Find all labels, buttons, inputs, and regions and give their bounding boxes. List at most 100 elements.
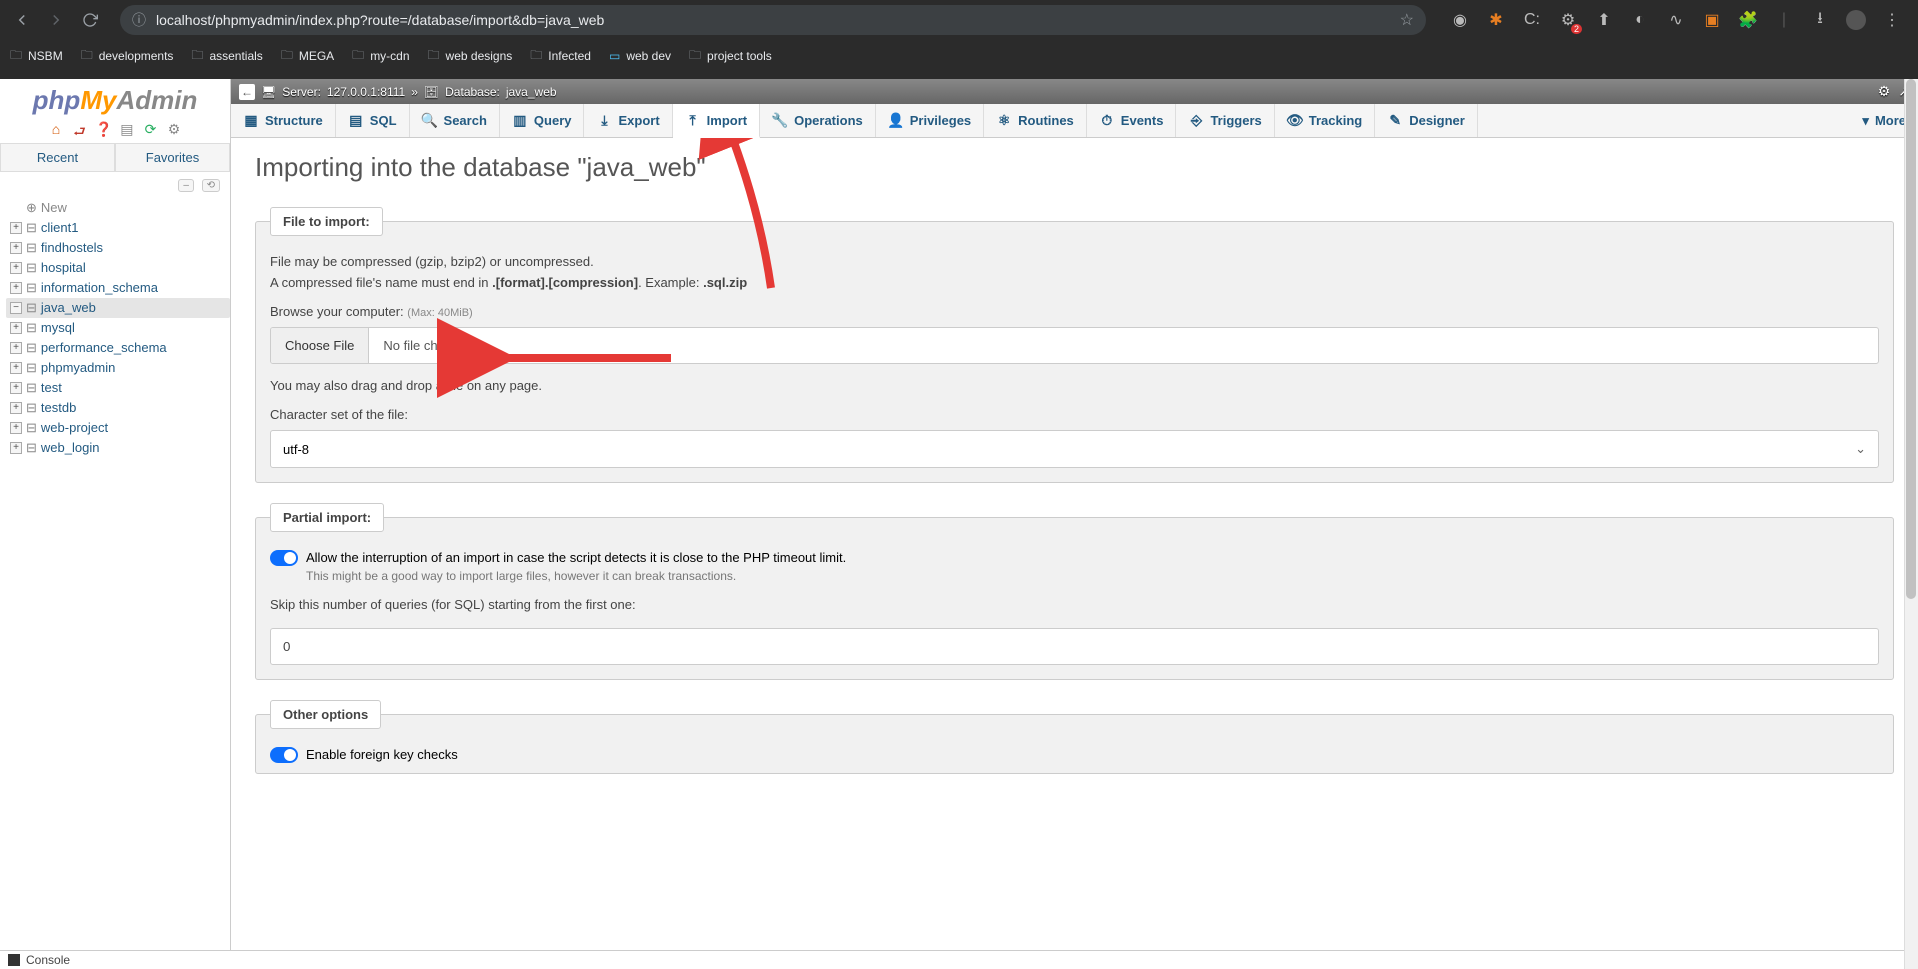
db-item-findhostels[interactable]: +⊟findhostels: [6, 238, 230, 258]
db-link-icon[interactable]: ⊟: [26, 260, 37, 276]
bookmark-nsbm[interactable]: 🗀NSBM: [10, 46, 63, 67]
tab-export[interactable]: ⤓Export: [584, 104, 672, 137]
tab-triggers[interactable]: ⎆Triggers: [1176, 104, 1274, 137]
expand-icon[interactable]: +: [10, 442, 22, 454]
db-item-client1[interactable]: +⊟client1: [6, 218, 230, 238]
back-button[interactable]: [10, 8, 34, 32]
db-item-web_login[interactable]: +⊟web_login: [6, 438, 230, 458]
db-new[interactable]: ⊕New: [6, 198, 230, 218]
charset-select[interactable]: utf-8 ⌄: [270, 430, 1879, 468]
ext-icon-3[interactable]: C:: [1522, 10, 1542, 30]
tab-recent[interactable]: Recent: [0, 143, 115, 171]
home-icon[interactable]: ⌂: [48, 121, 64, 137]
bookmark-developments[interactable]: 🗀developments: [81, 46, 174, 67]
tab-events[interactable]: ⏱Events: [1087, 104, 1177, 137]
choose-file-button[interactable]: Choose File: [271, 328, 369, 363]
tab-designer[interactable]: ✎Designer: [1375, 104, 1478, 137]
db-item-testdb[interactable]: +⊟testdb: [6, 398, 230, 418]
bookmark-my-cdn[interactable]: 🗀my-cdn: [352, 46, 409, 67]
db-item-phpmyadmin[interactable]: +⊟phpmyadmin: [6, 358, 230, 378]
db-link-icon[interactable]: ⊟: [26, 400, 37, 416]
settings-icon[interactable]: ⚙: [166, 121, 182, 137]
db-item-performance_schema[interactable]: +⊟performance_schema: [6, 338, 230, 358]
tab-operations[interactable]: 🔧Operations: [760, 104, 876, 137]
db-link-icon[interactable]: ⊟: [26, 360, 37, 376]
db-link-icon[interactable]: ⊟: [26, 220, 37, 236]
expand-icon[interactable]: +: [10, 262, 22, 274]
bookmark-star-icon[interactable]: ☆: [1400, 10, 1414, 30]
db-item-test[interactable]: +⊟test: [6, 378, 230, 398]
expand-icon[interactable]: −: [10, 302, 22, 314]
db-link-icon[interactable]: ⊟: [26, 440, 37, 456]
docs-icon[interactable]: ❓: [95, 121, 111, 137]
db-item-java_web[interactable]: −⊟java_web: [6, 298, 230, 318]
bookmark-project-tools[interactable]: 🗀project tools: [689, 46, 772, 67]
bookmark-assentials[interactable]: 🗀assentials: [191, 46, 262, 67]
db-item-web-project[interactable]: +⊟web-project: [6, 418, 230, 438]
db-link-icon[interactable]: ⊟: [26, 300, 37, 316]
extensions-puzzle-icon[interactable]: 🧩: [1738, 10, 1758, 30]
bookmark-infected[interactable]: 🗀Infected: [530, 46, 591, 67]
pma-logo[interactable]: phpMyAdmin: [0, 79, 230, 120]
reload-button[interactable]: [78, 8, 102, 32]
scrollbar[interactable]: [1904, 79, 1918, 969]
site-info-icon[interactable]: ⓘ: [132, 10, 146, 30]
profile-avatar[interactable]: [1846, 10, 1866, 30]
db-link-icon[interactable]: ⊟: [26, 420, 37, 436]
db-item-mysql[interactable]: +⊟mysql: [6, 318, 230, 338]
tab-sql[interactable]: ▤SQL: [336, 104, 410, 137]
ext-icon-6[interactable]: ◐: [1630, 10, 1650, 30]
reload-nav-icon[interactable]: ⟳: [142, 121, 158, 137]
tab-query[interactable]: ▥Query: [500, 104, 585, 137]
forward-button[interactable]: [44, 8, 68, 32]
console-bar[interactable]: Console: [230, 950, 1918, 969]
fk-toggle[interactable]: [270, 747, 298, 763]
tab-routines[interactable]: ⚛Routines: [984, 104, 1087, 137]
ext-icon-7[interactable]: ∿: [1666, 10, 1686, 30]
expand-icon[interactable]: +: [10, 242, 22, 254]
tab-favorites[interactable]: Favorites: [115, 143, 230, 171]
tab-privileges[interactable]: 👤Privileges: [876, 104, 984, 137]
scrollbar-thumb[interactable]: [1906, 79, 1916, 599]
db-link-icon[interactable]: ⊟: [26, 320, 37, 336]
collapse-all-icon[interactable]: –: [178, 179, 194, 192]
sql-icon[interactable]: ▤: [119, 121, 135, 137]
db-link-icon[interactable]: ⊟: [26, 280, 37, 296]
logout-icon[interactable]: ⮐: [72, 121, 88, 137]
interrupt-toggle[interactable]: [270, 550, 298, 566]
crumb-server-value[interactable]: 127.0.0.1:8111: [327, 85, 405, 99]
ext-icon-4[interactable]: ⚙2: [1558, 10, 1578, 30]
link-icon[interactable]: ⟲: [202, 179, 220, 192]
ext-icon-5[interactable]: ⬆: [1594, 10, 1614, 30]
downloads-icon[interactable]: ⭳: [1810, 10, 1830, 30]
tab-structure[interactable]: ▦Structure: [231, 104, 336, 137]
crumb-db-value[interactable]: java_web: [506, 85, 557, 99]
ext-icon-1[interactable]: ◉: [1450, 10, 1470, 30]
page-settings-icon[interactable]: ⚙: [1878, 83, 1891, 100]
db-item-information_schema[interactable]: +⊟information_schema: [6, 278, 230, 298]
skip-input[interactable]: [270, 628, 1879, 665]
bookmark-web-designs[interactable]: 🗀web designs: [428, 46, 513, 67]
db-link-icon[interactable]: ⊟: [26, 240, 37, 256]
browser-menu-icon[interactable]: ⋮: [1882, 10, 1902, 30]
expand-icon[interactable]: +: [10, 342, 22, 354]
expand-icon[interactable]: +: [10, 322, 22, 334]
url-bar[interactable]: ⓘ localhost/phpmyadmin/index.php?route=/…: [120, 5, 1426, 35]
expand-icon[interactable]: +: [10, 222, 22, 234]
expand-icon[interactable]: +: [10, 282, 22, 294]
expand-icon[interactable]: +: [10, 382, 22, 394]
tab-search[interactable]: 🔍Search: [410, 104, 500, 137]
bookmark-web-dev[interactable]: ▭web dev: [609, 49, 671, 63]
tab-tracking[interactable]: 👁Tracking: [1275, 104, 1375, 137]
tab-import[interactable]: ⤒Import: [673, 104, 760, 138]
bookmark-mega[interactable]: 🗀MEGA: [281, 46, 334, 67]
expand-icon[interactable]: +: [10, 362, 22, 374]
db-item-hospital[interactable]: +⊟hospital: [6, 258, 230, 278]
db-link-icon[interactable]: ⊟: [26, 380, 37, 396]
ext-icon-8[interactable]: ▣: [1702, 10, 1722, 30]
ext-icon-2[interactable]: ✱: [1486, 10, 1506, 30]
db-link-icon[interactable]: ⊟: [26, 340, 37, 356]
expand-icon[interactable]: +: [10, 422, 22, 434]
expand-icon[interactable]: +: [10, 402, 22, 414]
nav-collapse-icon[interactable]: ←: [239, 84, 255, 100]
